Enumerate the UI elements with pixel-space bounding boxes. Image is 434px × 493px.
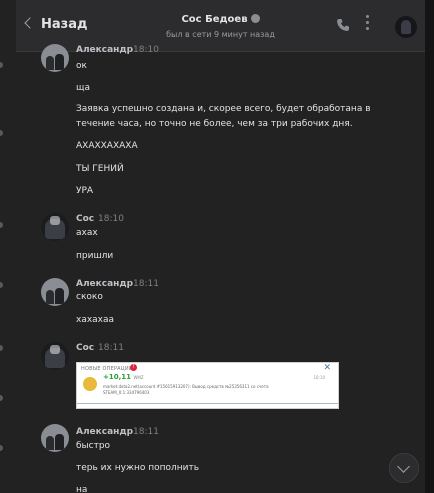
alert-badge-icon: ! — [130, 364, 137, 371]
contact-name-row[interactable]: Сос Бедоев — [16, 14, 425, 25]
message-author[interactable]: Александр — [76, 279, 133, 289]
message-text: Заявка успешно создана и, скорее всего, … — [76, 104, 371, 114]
message-text: течение часа, но точно не более, чем за … — [76, 119, 353, 129]
message-text: ахах — [76, 228, 98, 238]
message-text: ща — [76, 83, 90, 93]
notification-title: НОВЫЕ ОПЕРАЦИИ — [81, 366, 133, 372]
sidebar-dot-icon[interactable] — [0, 445, 3, 451]
notification-description: market.dota2.net(account #15615913207): … — [103, 384, 269, 395]
chat-panel: Назад Сос Бедоев был в сети 9 минут наза… — [16, 0, 425, 493]
message-time: 18:11 — [133, 427, 159, 437]
message-time: 18:10 — [98, 214, 124, 224]
message-text: ТЫ ГЕНИЙ — [76, 164, 124, 174]
more-options-icon[interactable] — [366, 15, 370, 35]
sidebar-dot-icon[interactable] — [0, 345, 3, 351]
attached-image[interactable]: НОВЫЕ ОПЕРАЦИИ ! ✕ +10,11 WMZ 18:10 mark… — [76, 362, 339, 409]
chevron-down-icon — [397, 460, 410, 473]
message-author[interactable]: Сос — [76, 343, 94, 353]
sidebar-dot-icon[interactable] — [0, 282, 3, 288]
sidebar-dot-icon[interactable] — [0, 130, 3, 136]
notification-currency: WMZ — [133, 375, 144, 380]
message-author[interactable]: Александр — [76, 45, 133, 55]
message-time: 18:10 — [133, 45, 159, 55]
avatar[interactable] — [41, 424, 69, 452]
alien-emoji-icon — [250, 14, 260, 23]
message-time: 18:11 — [98, 343, 124, 353]
avatar[interactable] — [41, 342, 69, 370]
sidebar-dot-icon[interactable] — [0, 395, 3, 401]
message-text: ок — [76, 61, 87, 71]
left-sidebar-strip — [0, 0, 16, 493]
contact-avatar[interactable] — [395, 16, 417, 38]
message-author[interactable]: Александр — [76, 427, 133, 437]
notification-amount: +10,11 WMZ — [103, 373, 144, 381]
message-text: пришли — [76, 251, 114, 261]
phone-icon[interactable] — [336, 18, 350, 32]
message-text: АХАХХАХАХА — [76, 141, 138, 151]
message-text: хахахаа — [76, 315, 115, 325]
message-text: на — [76, 485, 88, 493]
message-text: терь их нужно пополнить — [76, 463, 200, 473]
avatar[interactable] — [41, 213, 69, 241]
divider — [77, 403, 338, 404]
sidebar-dot-icon[interactable] — [0, 222, 3, 228]
avatar[interactable] — [41, 278, 69, 306]
avatar[interactable] — [41, 44, 69, 72]
message-text: скоко — [76, 292, 103, 302]
contact-name: Сос Бедоев — [181, 14, 248, 25]
online-status: был в сети 9 минут назад — [166, 30, 275, 39]
message-text: быстро — [76, 441, 111, 451]
sidebar-dot-icon[interactable] — [0, 62, 3, 68]
message-author[interactable]: Сос — [76, 214, 94, 224]
scroll-down-button[interactable] — [389, 453, 419, 483]
right-edge — [425, 0, 434, 493]
notification-time: 18:10 — [313, 375, 325, 380]
message-time: 18:11 — [133, 279, 159, 289]
message-text: УРА — [76, 186, 94, 196]
close-icon: ✕ — [323, 363, 331, 373]
coin-icon — [83, 377, 97, 391]
